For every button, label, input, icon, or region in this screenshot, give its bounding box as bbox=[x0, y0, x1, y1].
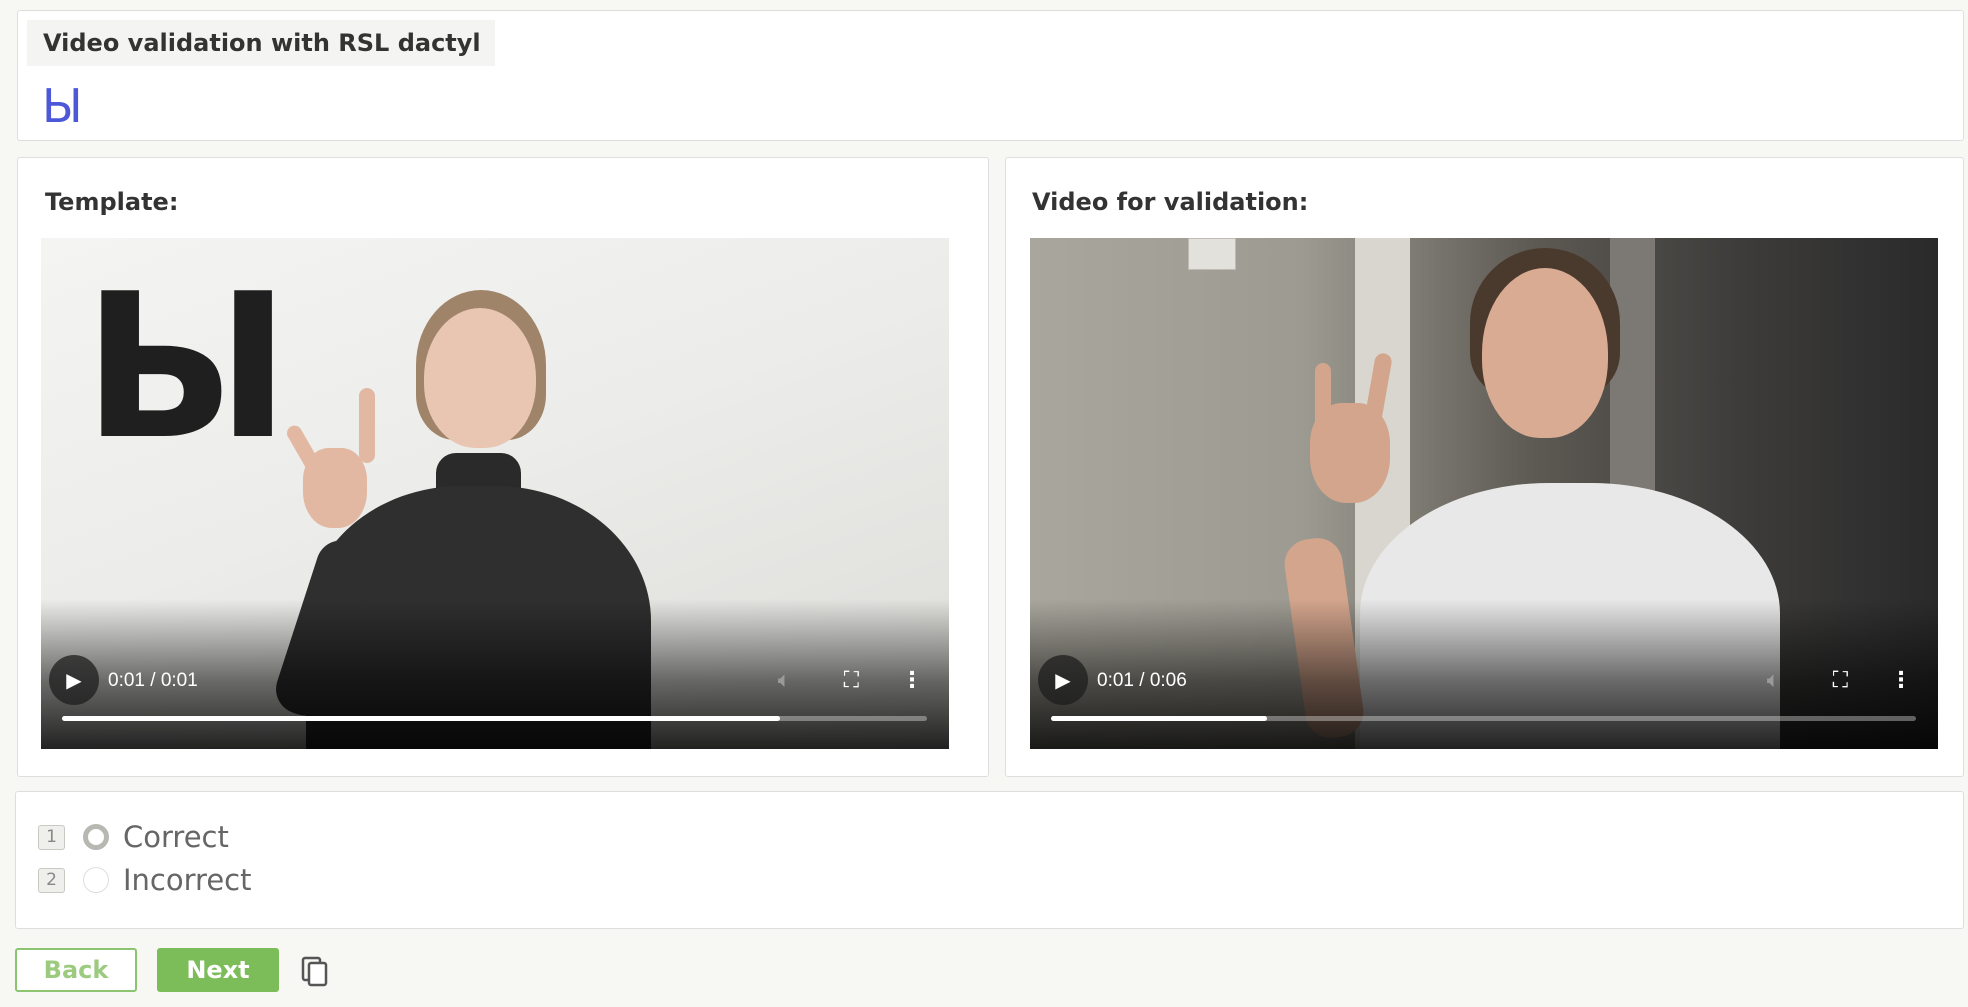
copy-icon[interactable] bbox=[300, 954, 330, 988]
validation-video-progress-fill bbox=[1051, 716, 1268, 721]
template-video-progress[interactable] bbox=[62, 716, 927, 721]
option-label[interactable]: Incorrect bbox=[123, 863, 251, 897]
person-finger-index bbox=[359, 388, 375, 463]
person-face bbox=[424, 308, 536, 448]
radio-correct[interactable] bbox=[83, 824, 109, 850]
option-number: 1 bbox=[38, 824, 65, 850]
back-button[interactable]: Back bbox=[15, 948, 137, 992]
light-switch bbox=[1188, 238, 1236, 270]
person-finger-index bbox=[1315, 363, 1331, 433]
validation-video[interactable]: ▶ 0:01 / 0:06 🔈︎ ⛶ ⋮ bbox=[1030, 238, 1938, 749]
template-overlay-letter: Ы bbox=[83, 251, 291, 484]
template-video[interactable]: Ы ▶ 0:01 / 0:01 🔈︎ ⛶ ⋮ bbox=[41, 238, 949, 749]
answer-options: 1 Correct 2 Incorrect bbox=[15, 791, 1964, 929]
target-letter: Ы bbox=[42, 79, 83, 133]
validation-video-time: 0:01 / 0:06 bbox=[1097, 670, 1187, 691]
radio-incorrect[interactable] bbox=[83, 867, 109, 893]
fullscreen-icon[interactable]: ⛶ bbox=[1833, 668, 1848, 693]
validation-video-progress[interactable] bbox=[1051, 716, 1916, 721]
task-title: Video validation with RSL dactyl bbox=[27, 20, 495, 66]
option-correct[interactable]: 1 Correct bbox=[38, 820, 229, 854]
validation-label: Video for validation: bbox=[1032, 188, 1309, 216]
volume-icon[interactable]: 🔈︎ bbox=[778, 668, 791, 693]
next-button[interactable]: Next bbox=[157, 948, 279, 992]
person-face bbox=[1482, 268, 1608, 438]
template-video-time: 0:01 / 0:01 bbox=[108, 670, 198, 691]
option-label[interactable]: Correct bbox=[123, 820, 229, 854]
more-vertical-icon[interactable]: ⋮ bbox=[901, 668, 923, 693]
template-label: Template: bbox=[45, 188, 179, 216]
option-number: 2 bbox=[38, 867, 65, 893]
play-icon[interactable]: ▶ bbox=[49, 655, 99, 705]
fullscreen-icon[interactable]: ⛶ bbox=[844, 668, 859, 693]
template-panel: Template: Ы ▶ 0:01 / 0:01 🔈︎ ⛶ ⋮ bbox=[17, 157, 989, 777]
validation-panel: Video for validation: ▶ 0:01 / 0:06 🔈︎ ⛶… bbox=[1005, 157, 1964, 777]
option-incorrect[interactable]: 2 Incorrect bbox=[38, 863, 251, 897]
validation-video-controls: ▶ 0:01 / 0:06 🔈︎ ⛶ ⋮ bbox=[1030, 599, 1938, 749]
play-icon[interactable]: ▶ bbox=[1038, 655, 1088, 705]
more-vertical-icon[interactable]: ⋮ bbox=[1890, 668, 1912, 693]
volume-icon[interactable]: 🔈︎ bbox=[1767, 668, 1780, 693]
template-video-controls: ▶ 0:01 / 0:01 🔈︎ ⛶ ⋮ bbox=[41, 599, 949, 749]
template-video-progress-fill bbox=[62, 716, 780, 721]
task-header: Video validation with RSL dactyl Ы bbox=[17, 10, 1964, 141]
